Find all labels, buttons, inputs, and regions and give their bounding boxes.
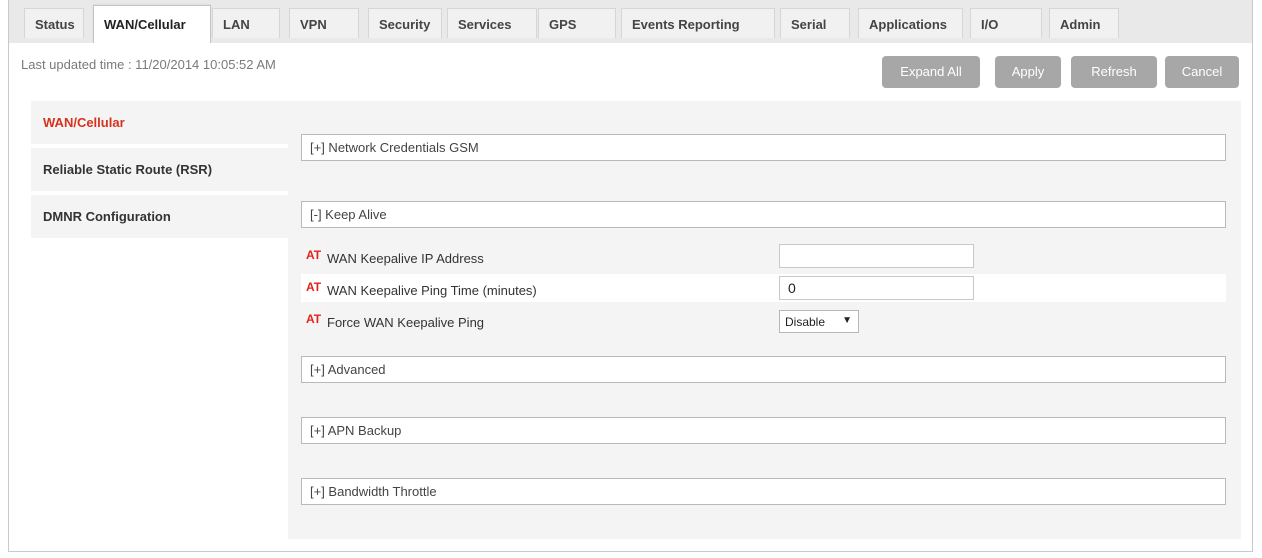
expand-all-button[interactable]: Expand All (882, 56, 980, 88)
keepalive-ping-time-input[interactable] (779, 276, 974, 300)
tab-lan[interactable]: LAN (212, 8, 280, 38)
sidebar-item-dmnr[interactable]: DMNR Configuration (31, 195, 288, 238)
section-apn-backup[interactable]: [+] APN Backup (301, 417, 1226, 444)
section-bandwidth-throttle[interactable]: [+] Bandwidth Throttle (301, 478, 1226, 505)
main-content: Last updated time : 11/20/2014 10:05:52 … (9, 43, 1252, 551)
tab-services[interactable]: Services (447, 8, 537, 38)
sidebar-item-rsr[interactable]: Reliable Static Route (RSR) (31, 148, 288, 191)
force-keepalive-ping-value: Disable (785, 315, 826, 329)
section-area: [+] Network Credentials GSM [-] Keep Ali… (288, 101, 1241, 539)
tab-bar: Status WAN/Cellular LAN VPN Security Ser… (9, 0, 1252, 43)
section-network-credentials-gsm[interactable]: [+] Network Credentials GSM (301, 134, 1226, 161)
apply-button[interactable]: Apply (995, 56, 1061, 88)
tab-admin[interactable]: Admin (1049, 8, 1119, 38)
tab-io[interactable]: I/O (970, 8, 1042, 38)
tab-events-reporting[interactable]: Events Reporting (621, 8, 775, 38)
tab-gps[interactable]: GPS (538, 8, 616, 38)
sidebar-item-wan-cellular[interactable]: WAN/Cellular (31, 101, 288, 144)
cancel-button[interactable]: Cancel (1165, 56, 1239, 88)
last-updated-text: Last updated time : 11/20/2014 10:05:52 … (21, 57, 276, 72)
keepalive-ip-input[interactable] (779, 244, 974, 268)
force-keepalive-ping-label: Force WAN Keepalive Ping (327, 315, 485, 330)
refresh-button[interactable]: Refresh (1071, 56, 1157, 88)
keepalive-ping-time-row: AT WAN Keepalive Ping Time (minutes) (301, 274, 1226, 302)
sidebar: WAN/Cellular Reliable Static Route (RSR)… (31, 101, 288, 539)
tab-security[interactable]: Security (368, 8, 442, 38)
section-advanced[interactable]: [+] Advanced (301, 356, 1226, 383)
at-marker: AT (306, 248, 322, 262)
at-marker: AT (306, 312, 322, 326)
force-keepalive-ping-select[interactable]: Disable ▼ (779, 310, 859, 333)
keepalive-ip-label: WAN Keepalive IP Address (327, 251, 484, 266)
keepalive-ping-time-label: WAN Keepalive Ping Time (minutes) (327, 283, 537, 298)
force-keepalive-ping-row: AT Force WAN Keepalive Ping Disable ▼ (301, 306, 1226, 334)
keepalive-ip-row: AT WAN Keepalive IP Address (301, 242, 1226, 270)
section-keep-alive[interactable]: [-] Keep Alive (301, 201, 1226, 228)
settings-panel: WAN/Cellular Reliable Static Route (RSR)… (31, 101, 1241, 539)
app-frame: Status WAN/Cellular LAN VPN Security Ser… (8, 0, 1253, 552)
tab-wan-cellular[interactable]: WAN/Cellular (93, 5, 211, 43)
tab-serial[interactable]: Serial (780, 8, 850, 38)
tab-vpn[interactable]: VPN (289, 8, 359, 38)
dropdown-arrow-icon: ▼ (842, 315, 852, 326)
at-marker: AT (306, 280, 322, 294)
tab-status[interactable]: Status (24, 8, 84, 38)
tab-applications[interactable]: Applications (858, 8, 963, 38)
